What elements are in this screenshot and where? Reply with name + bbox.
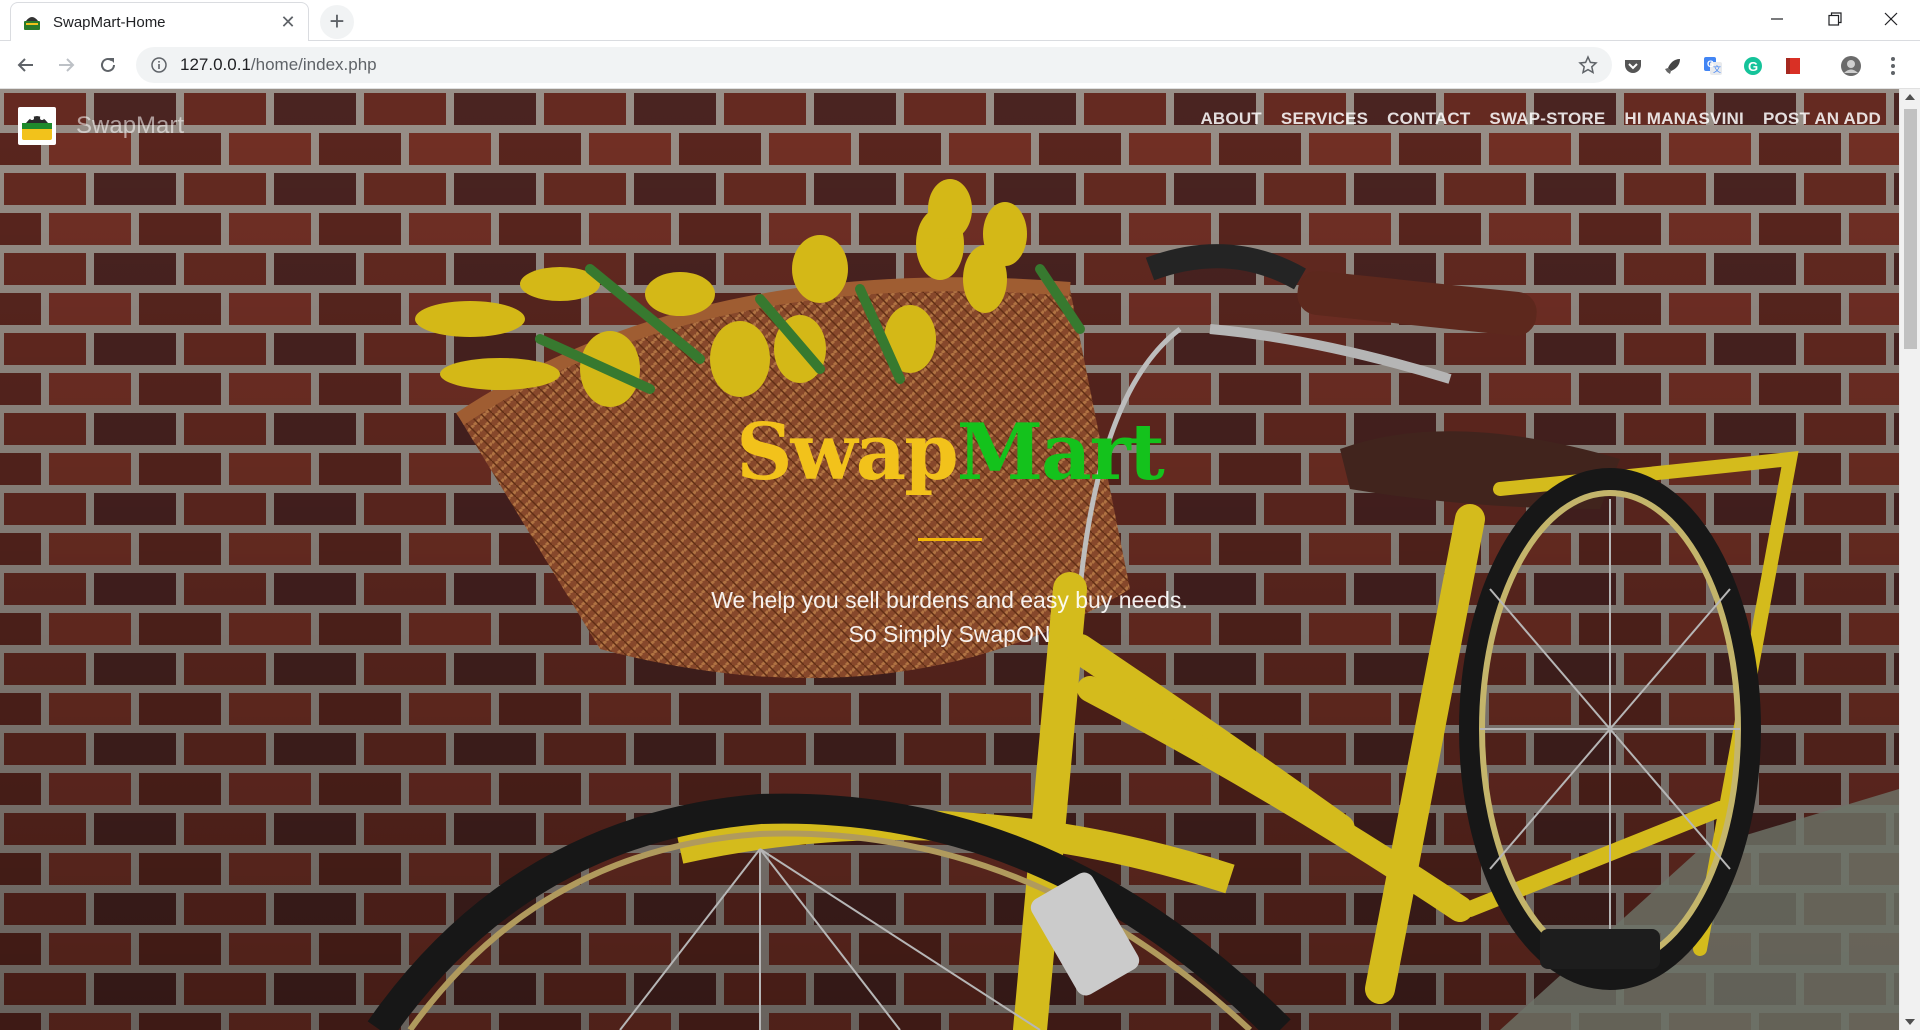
brand[interactable]: SwapMart (18, 107, 184, 145)
hero-section: SwapMart ABOUT SERVICES CONTACT SWAP-STO… (0, 89, 1899, 1030)
hero-title: SwapMart (0, 407, 1899, 498)
site-navbar: SwapMart ABOUT SERVICES CONTACT SWAP-STO… (0, 89, 1899, 151)
svg-text:文: 文 (1713, 64, 1721, 74)
browser-toolbar: 127.0.0.1/home/index.php G文 G (0, 41, 1920, 89)
page-scrollbar[interactable] (1899, 89, 1920, 1030)
translate-icon[interactable]: G文 (1702, 55, 1724, 77)
minimize-icon[interactable] (1748, 0, 1806, 38)
hero-background-image (0, 89, 1899, 1030)
forward-icon[interactable] (50, 49, 82, 81)
hero-tagline: We help you sell burdens and easy buy ne… (0, 583, 1899, 651)
hero-title-swap: Swap (736, 407, 959, 498)
close-tab-icon[interactable]: ✕ (278, 12, 298, 32)
swapmart-favicon-icon (21, 11, 43, 33)
swapmart-logo-icon (18, 107, 56, 145)
browser-tabstrip: SwapMart-Home ✕ + (0, 0, 1920, 41)
page-viewport: SwapMart ABOUT SERVICES CONTACT SWAP-STO… (0, 89, 1899, 1030)
profile-icon[interactable] (1840, 55, 1862, 77)
brand-name: SwapMart (76, 112, 185, 139)
nav-services[interactable]: SERVICES (1281, 109, 1368, 129)
back-icon[interactable] (10, 49, 42, 81)
reload-icon[interactable] (92, 49, 124, 81)
scroll-up-icon[interactable] (1905, 94, 1915, 100)
nav-links: ABOUT SERVICES CONTACT SWAP-STORE HI MAN… (1200, 109, 1881, 129)
address-bar[interactable]: 127.0.0.1/home/index.php (136, 47, 1612, 83)
tagline-line-2: So Simply SwapON (848, 621, 1051, 647)
pocket-icon[interactable] (1622, 55, 1644, 77)
url-text: 127.0.0.1/home/index.php (180, 55, 377, 75)
new-tab-button[interactable]: + (320, 5, 354, 39)
rocket-icon[interactable] (1662, 55, 1684, 77)
tagline-line-1: We help you sell burdens and easy buy ne… (711, 587, 1188, 613)
info-icon[interactable] (150, 56, 168, 74)
url-path: /home/index.php (250, 55, 377, 74)
bookmark-red-icon[interactable] (1782, 55, 1804, 77)
url-host: 127.0.0.1 (180, 55, 251, 74)
grammarly-icon[interactable]: G (1742, 55, 1764, 77)
restore-icon[interactable] (1806, 0, 1864, 38)
nav-user-greeting[interactable]: HI MANASVINI (1624, 109, 1744, 129)
svg-text:G: G (1748, 59, 1758, 74)
hero-title-mart: Mart (956, 407, 1165, 498)
browser-tab[interactable]: SwapMart-Home ✕ (10, 2, 309, 41)
scroll-thumb[interactable] (1904, 109, 1917, 349)
close-window-icon[interactable] (1862, 0, 1920, 38)
menu-icon[interactable] (1882, 55, 1904, 77)
nav-swap-store[interactable]: SWAP-STORE (1489, 109, 1605, 129)
tab-title: SwapMart-Home (53, 13, 166, 31)
nav-about[interactable]: ABOUT (1200, 109, 1261, 129)
star-icon[interactable] (1578, 55, 1598, 75)
nav-contact[interactable]: CONTACT (1387, 109, 1470, 129)
nav-post-an-add[interactable]: POST AN ADD (1763, 109, 1881, 129)
hero-divider (918, 538, 982, 541)
scroll-down-icon[interactable] (1905, 1019, 1915, 1025)
